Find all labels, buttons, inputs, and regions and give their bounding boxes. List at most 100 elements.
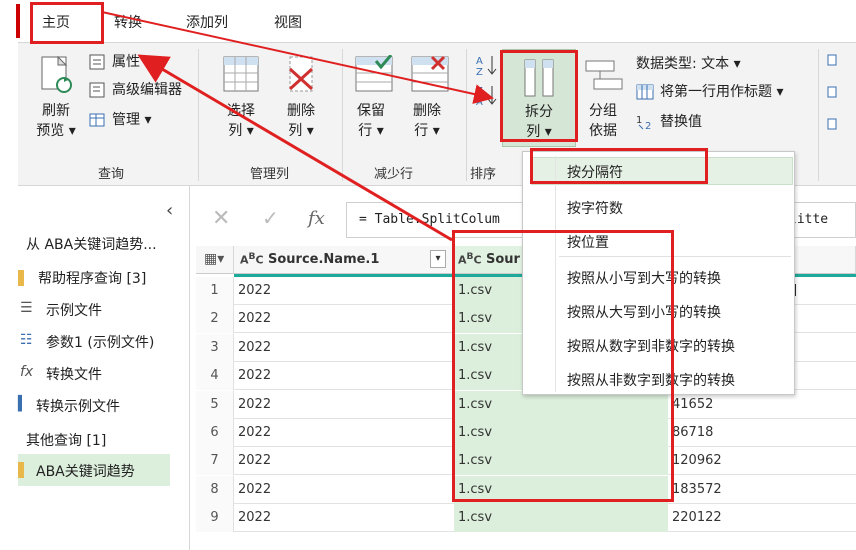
row-number: 1 (196, 277, 234, 305)
commit-icon[interactable]: ✓ (262, 206, 279, 230)
table-row[interactable]: 9 2022 1.csv 220122 (196, 504, 856, 533)
cell-column-3[interactable]: 183572 (672, 476, 722, 504)
query-folder-helper[interactable]: 帮助程序查询 [3] (38, 268, 146, 288)
cell-source-name-1[interactable]: 2022 (238, 391, 271, 419)
cell-column-3[interactable]: 220122 (672, 504, 722, 532)
group-label: 分组 (589, 103, 617, 119)
remove-columns-label: 列 ▾ (288, 123, 314, 139)
sort-ascending-icon[interactable]: AZ (476, 53, 500, 81)
manage-button[interactable]: 管理 ▾ (112, 111, 151, 129)
cell-source-name-1[interactable]: 2022 (238, 476, 271, 504)
queries-pane: ‹ 从 ABA关键词趋势... 帮助程序查询 [3] ☰ 示例文件 ☷ 参数1 … (18, 186, 190, 550)
table-icon: ▍ (18, 396, 29, 412)
sort-group-label: 排序 (470, 167, 497, 182)
manage-icon (88, 111, 106, 133)
remove-rows-button[interactable]: 删除 行 ▾ (404, 101, 450, 141)
properties-button[interactable]: 属性 (112, 53, 140, 71)
tab-transform[interactable]: 转换 (114, 12, 142, 32)
row-number: 3 (196, 333, 234, 362)
cell-column-3[interactable]: 120962 (672, 447, 722, 475)
table-icon: ☰ (20, 300, 33, 316)
menu-item-by-number-of-characters[interactable]: 按字符数 (567, 198, 623, 218)
row-number: 8 (196, 475, 234, 504)
function-icon: fx (308, 208, 325, 229)
filter-dropdown-icon[interactable]: ▾ (430, 250, 446, 268)
query-item[interactable]: 转换文件 (46, 364, 102, 384)
refresh-preview-button[interactable]: 刷新 预览 ▾ (34, 101, 78, 141)
parameter-icon: ☷ (20, 332, 33, 348)
collapse-pane-icon[interactable]: ‹ (166, 200, 173, 221)
more-tools-icon[interactable] (826, 53, 838, 137)
manage-columns-group-label: 管理列 (250, 167, 290, 182)
cell-source-name-1[interactable]: 2022 (238, 362, 271, 390)
keep-label: 保留 (357, 103, 385, 119)
remove-rows-label: 行 ▾ (414, 123, 440, 139)
group-by-label: 依据 (589, 123, 617, 139)
svg-text:Z: Z (476, 67, 483, 77)
tab-view[interactable]: 视图 (274, 12, 302, 32)
first-row-header-icon (636, 83, 654, 105)
keep-rows-button[interactable]: 保留 行 ▾ (348, 101, 394, 141)
cell-column-3[interactable]: 86718 (672, 419, 713, 447)
remove-rows-icon (410, 55, 450, 97)
function-icon: fx (20, 364, 34, 380)
cell-source-name-1[interactable]: 2022 (238, 419, 271, 447)
table-icon (18, 462, 24, 478)
group-by-icon (584, 57, 624, 97)
reduce-rows-group-label: 减少行 (374, 167, 414, 182)
group-separator (466, 49, 467, 181)
query-item[interactable]: 示例文件 (46, 300, 102, 320)
svg-text:A: A (476, 56, 483, 67)
table-menu-icon[interactable]: ▦▾ (196, 246, 234, 274)
svg-text:1: 1 (636, 115, 642, 126)
ribbon-tab-bar: 主页 转换 添加列 视图 (0, 0, 856, 42)
properties-icon (88, 53, 106, 75)
annotation-box-delimiter (530, 148, 708, 184)
column-header-source-name-1[interactable]: ABC Source.Name.1 ▾ (234, 246, 454, 274)
formula-text: = Table.SplitColum (359, 212, 500, 227)
row-number: 9 (196, 504, 234, 533)
replace-values-button[interactable]: 替换值 (660, 113, 702, 131)
remove-col-label: 删除 (287, 103, 315, 119)
cell-source-name-1[interactable]: 2022 (238, 334, 271, 362)
query-item[interactable]: 从 ABA关键词趋势... (26, 234, 157, 254)
refresh-preview-icon (40, 55, 74, 99)
cell-source-name-1[interactable]: 2022 (238, 305, 271, 333)
remove-row-label: 删除 (413, 103, 441, 119)
advanced-editor-button[interactable]: 高级编辑器 (112, 81, 182, 99)
query-item[interactable]: 转换示例文件 (36, 396, 120, 416)
text-type-icon: ABC (240, 251, 264, 267)
annotation-box-column (452, 230, 674, 502)
tab-add-column[interactable]: 添加列 (186, 12, 228, 32)
cell-source-name-1[interactable]: 2022 (238, 277, 271, 305)
query-folder-other[interactable]: 其他查询 [1] (26, 430, 106, 450)
group-by-button[interactable]: 分组 依据 (580, 101, 626, 141)
query-item[interactable]: 参数1 (示例文件) (46, 332, 154, 352)
remove-columns-icon (282, 55, 320, 97)
preview-label: 预览 ▾ (36, 123, 76, 139)
selected-query[interactable]: ABA关键词趋势 (18, 454, 170, 486)
annotation-box-split-button (500, 50, 578, 142)
cell-source-name-1[interactable]: 2022 (238, 504, 271, 532)
cell-source-name-1[interactable]: 2022 (238, 447, 271, 475)
choose-columns-button[interactable]: 选择 列 ▾ (218, 101, 264, 141)
group-separator (198, 49, 199, 181)
use-first-row-as-headers-button[interactable]: 将第一行用作标题 ▾ (660, 83, 783, 101)
group-separator (342, 49, 343, 181)
data-type-dropdown[interactable]: 数据类型: 文本 ▾ (636, 55, 741, 73)
app-accent-strip (16, 4, 20, 38)
sort-descending-icon[interactable]: ZA (476, 83, 500, 111)
group-separator (818, 49, 819, 181)
cell-source-name-2[interactable]: 1.csv (454, 504, 668, 533)
svg-text:Z: Z (476, 86, 483, 97)
row-number: 2 (196, 305, 234, 334)
choose-columns-icon (222, 55, 260, 97)
svg-text:2: 2 (645, 121, 651, 131)
remove-columns-button[interactable]: 删除 列 ▾ (278, 101, 324, 141)
row-number: 6 (196, 419, 234, 447)
cancel-icon[interactable]: ✕ (212, 206, 230, 231)
folder-icon (18, 270, 24, 286)
row-number: 7 (196, 447, 234, 476)
column-header-label: Source.Name.1 (268, 252, 380, 267)
advanced-editor-icon (88, 81, 106, 103)
